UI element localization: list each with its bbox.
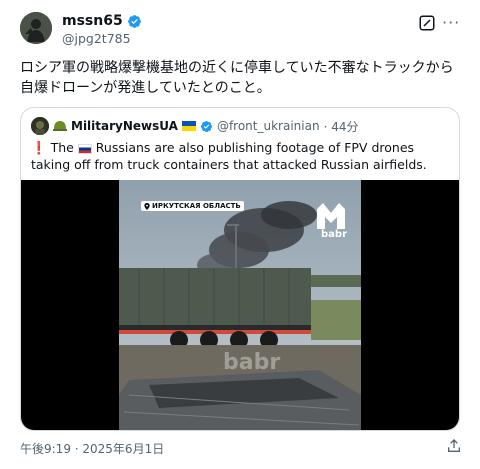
video-frame: ИРКУТСКАЯ ОБЛАСТЬ babr babr (119, 180, 361, 430)
quote-text: ❗ The Russians are also publishing foota… (31, 139, 451, 173)
share-icon[interactable] (446, 438, 462, 454)
quote-text-pre: The (50, 140, 74, 155)
helmet-emoji-icon (53, 121, 67, 131)
ukraine-flag-icon (181, 121, 196, 131)
quote-header: MilitaryNewsUA @front_ukrainian · 44分 (31, 117, 358, 135)
verified-badge-icon (127, 14, 141, 28)
author-avatar[interactable] (20, 12, 52, 44)
quote-author-avatar[interactable] (31, 117, 49, 135)
video-player[interactable]: ИРКУТСКАЯ ОБЛАСТЬ babr babr (21, 180, 459, 430)
tweet-text: ロシア軍の戦略爆撃機基地の近くに停車していた不審なトラックから自爆ドローンが発進… (20, 60, 454, 96)
exclamation-icon: ❗ (31, 140, 47, 155)
author-display-name[interactable]: mssn65 (62, 13, 123, 29)
quoted-tweet-card[interactable]: MilitaryNewsUA @front_ukrainian · 44分 ❗ … (20, 107, 460, 431)
tweet-header: mssn65 @jpg2t785 ··· (20, 12, 460, 52)
tweet-timestamp[interactable]: 午後9:19 · 2025年6月1日 (20, 440, 164, 457)
location-tag: ИРКУТСКАЯ ОБЛАСТЬ (141, 201, 244, 211)
author-handle[interactable]: @jpg2t785 (62, 31, 131, 46)
babr-logo-text: babr (321, 229, 347, 240)
quote-time[interactable]: · 44分 (324, 118, 359, 135)
quote-display-name[interactable]: MilitaryNewsUA (71, 119, 178, 133)
grok-icon[interactable] (418, 14, 436, 32)
babr-watermark: babr (223, 350, 281, 375)
quote-handle[interactable]: @front_ukrainian (217, 119, 320, 133)
russia-flag-icon (77, 143, 92, 154)
quote-verified-badge-icon (200, 120, 212, 132)
location-pin-icon (144, 202, 150, 210)
location-label: ИРКУТСКАЯ ОБЛАСТЬ (152, 202, 241, 210)
more-dots-icon[interactable]: ··· (442, 14, 460, 32)
